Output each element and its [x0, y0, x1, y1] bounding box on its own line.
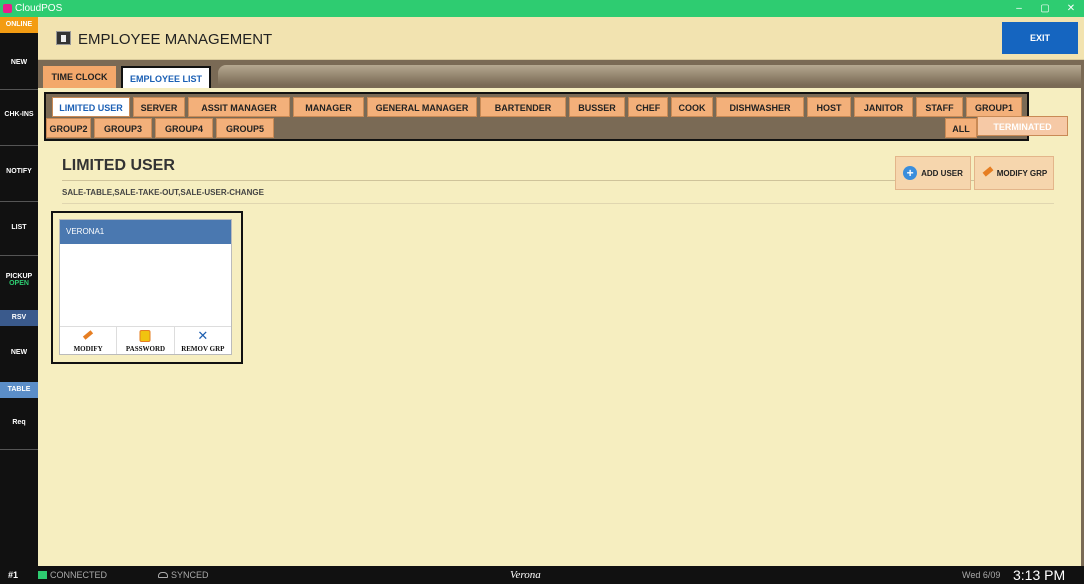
- tab-employee-list[interactable]: EMPLOYEE LIST: [121, 66, 211, 88]
- status-bar: #1 CONNECTED SYNCED Verona Wed 6/09 3:13…: [0, 566, 1084, 584]
- sync-label: SYNCED: [171, 570, 209, 580]
- date-display: Wed 6/09: [962, 570, 1001, 580]
- user-card[interactable]: VERONA1 MODIFY PASSWORD ✕ REMOV GRP: [59, 219, 232, 355]
- user-card-actions: MODIFY PASSWORD ✕ REMOV GRP: [60, 326, 231, 354]
- group-tab-bartender[interactable]: BARTENDER: [480, 97, 566, 117]
- connection-status: CONNECTED: [38, 566, 107, 584]
- exit-button[interactable]: EXIT: [1002, 22, 1078, 54]
- sidebar-item-notify[interactable]: NOTIFY: [0, 168, 38, 175]
- group-tab-group2[interactable]: GROUP2: [46, 118, 91, 138]
- group-tab-assit-manager[interactable]: ASSIT MANAGER: [188, 97, 290, 117]
- group-permissions: SALE-TABLE,SALE-TAKE-OUT,SALE-USER-CHANG…: [62, 188, 264, 197]
- user-name: VERONA1: [60, 220, 231, 244]
- group-tab-group1[interactable]: GROUP1: [966, 97, 1022, 117]
- group-tab-terminated[interactable]: TERMINATED: [977, 116, 1068, 136]
- modify-user-button[interactable]: MODIFY: [60, 327, 118, 354]
- pickup-label: PICKUP: [5, 273, 33, 280]
- group-tab-busser[interactable]: BUSSER: [569, 97, 625, 117]
- pickup-status: OPEN: [9, 280, 29, 287]
- window-title-bar: CloudPOS – ▢ ✕: [0, 0, 1084, 17]
- divider: [62, 203, 1054, 204]
- remove-group-button[interactable]: ✕ REMOV GRP: [175, 327, 231, 354]
- group-tab-host[interactable]: HOST: [807, 97, 851, 117]
- add-user-button[interactable]: + ADD USER: [895, 156, 971, 190]
- sidebar-item-req[interactable]: Req: [0, 419, 38, 426]
- sidebar-item-new-2[interactable]: NEW: [0, 349, 38, 356]
- restore-button[interactable]: ▢: [1032, 0, 1058, 17]
- modify-group-button[interactable]: MODIFY GRP: [974, 156, 1054, 190]
- group-tab-manager[interactable]: MANAGER: [293, 97, 364, 117]
- group-tab-limited-user[interactable]: LIMITED USER: [52, 97, 130, 117]
- group-tab-staff[interactable]: STAFF: [916, 97, 963, 117]
- close-button[interactable]: ✕: [1058, 0, 1084, 17]
- window-controls: – ▢ ✕: [1006, 0, 1084, 17]
- group-tab-server[interactable]: SERVER: [133, 97, 185, 117]
- sidebar-item-new[interactable]: NEW: [0, 59, 38, 66]
- app-icon: [3, 4, 12, 13]
- cloud-icon: [158, 572, 168, 578]
- minimize-button[interactable]: –: [1006, 0, 1032, 17]
- remove-group-label: REMOV GRP: [181, 345, 225, 353]
- password-button[interactable]: PASSWORD: [117, 327, 175, 354]
- sidebar-item-pickup[interactable]: PICKUP OPEN: [0, 273, 38, 287]
- sidebar: ONLINE NEW CHK-INS NOTIFY LIST PICKUP OP…: [0, 17, 38, 566]
- terminal-number: #1: [8, 570, 19, 580]
- employee-icon: [56, 31, 71, 45]
- modify-group-label: MODIFY GRP: [996, 168, 1048, 178]
- group-tab-general-manager[interactable]: GENERAL MANAGER: [367, 97, 477, 117]
- group-tab-group5[interactable]: GROUP5: [216, 118, 274, 138]
- remove-icon: ✕: [197, 329, 209, 344]
- pencil-icon: [981, 167, 993, 179]
- time-display: 3:13 PM: [1013, 567, 1066, 583]
- store-name: Verona: [510, 569, 541, 581]
- add-user-label: ADD USER: [921, 168, 963, 178]
- pencil-icon: [83, 330, 93, 340]
- group-tab-janitor[interactable]: JANITOR: [854, 97, 913, 117]
- online-status: ONLINE: [0, 17, 38, 33]
- connection-label: CONNECTED: [50, 570, 108, 580]
- lock-icon: [139, 330, 151, 342]
- group-tab-all[interactable]: ALL: [945, 118, 977, 138]
- section-title: LIMITED USER: [62, 157, 175, 174]
- password-label: PASSWORD: [125, 345, 166, 353]
- window-title: CloudPOS: [15, 3, 63, 14]
- group-tab-group3[interactable]: GROUP3: [94, 118, 152, 138]
- main-tabs: TIME CLOCK EMPLOYEE LIST: [38, 60, 1084, 88]
- group-tab-cook[interactable]: COOK: [671, 97, 713, 117]
- sync-status: SYNCED: [158, 566, 209, 584]
- sidebar-item-chk-ins[interactable]: CHK-INS: [0, 111, 38, 118]
- page-title: EMPLOYEE MANAGEMENT: [78, 31, 273, 48]
- group-tab-group4[interactable]: GROUP4: [155, 118, 213, 138]
- group-tab-dishwasher[interactable]: DISHWASHER: [716, 97, 804, 117]
- network-icon: [38, 571, 47, 579]
- header: EMPLOYEE MANAGEMENT EXIT: [38, 17, 1084, 60]
- sidebar-item-rsv[interactable]: RSV: [0, 310, 38, 326]
- group-tab-chef[interactable]: CHEF: [628, 97, 668, 117]
- modify-user-label: MODIFY: [73, 345, 103, 353]
- group-tabs: LIMITED USER SERVER ASSIT MANAGER MANAGE…: [44, 92, 1029, 141]
- sidebar-item-table[interactable]: TABLE: [0, 382, 38, 398]
- plus-icon: +: [903, 166, 918, 180]
- sidebar-item-list[interactable]: LIST: [0, 224, 38, 231]
- tab-time-clock[interactable]: TIME CLOCK: [43, 66, 116, 88]
